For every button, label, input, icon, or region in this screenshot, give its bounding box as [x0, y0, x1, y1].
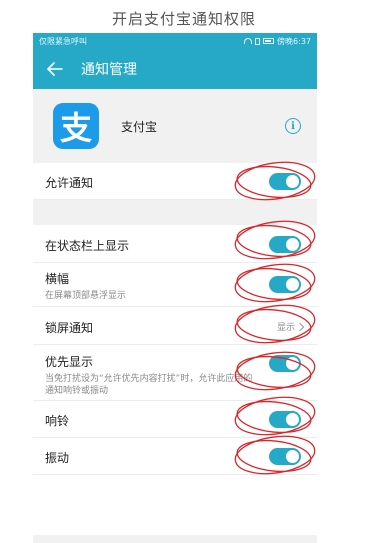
alipay-logo-icon: 支	[53, 103, 99, 149]
toggle-knob	[286, 357, 299, 370]
banner-toggle[interactable]	[269, 276, 301, 293]
vibrate-toggle[interactable]	[269, 448, 301, 465]
toggle-knob	[286, 175, 299, 188]
chevron-right-icon	[295, 322, 305, 331]
row-title: 在状态栏上显示	[45, 239, 130, 253]
allow-notifications-toggle[interactable]	[269, 173, 301, 190]
toggle-knob	[286, 278, 299, 291]
status-bar-show-toggle[interactable]	[269, 236, 301, 253]
lock-screen-value-text: 显示	[276, 323, 295, 333]
status-bar: 仅限紧急呼叫 傍晚6:37	[33, 33, 317, 49]
row-ringtone[interactable]: 响铃	[33, 401, 317, 438]
row-banner[interactable]: 横幅 在屏幕顶部悬浮显示	[33, 263, 317, 307]
status-icons: 傍晚6:37	[244, 36, 311, 47]
app-header: 支 支付宝 i	[33, 89, 317, 163]
app-bar: 通知管理	[33, 49, 317, 89]
row-title: 响铃	[45, 414, 70, 428]
row-priority[interactable]: 优先显示 当免打扰设为“允许优先内容打扰”时，允许此应用的通知响铃或振动	[33, 345, 317, 401]
app-name: 支付宝	[121, 119, 158, 134]
row-title: 振动	[45, 451, 70, 465]
row-title: 优先显示	[45, 355, 94, 369]
row-title: 允许通知	[45, 176, 94, 190]
toggle-knob	[286, 450, 299, 463]
toggle-knob	[286, 413, 299, 426]
row-lock-screen[interactable]: 锁屏通知 显示	[33, 307, 317, 345]
empty-area	[33, 475, 317, 535]
row-title: 锁屏通知	[45, 321, 94, 335]
row-status-bar-show[interactable]: 在状态栏上显示	[33, 225, 317, 263]
ringtone-toggle[interactable]	[269, 411, 301, 428]
carrier-status-text: 仅限紧急呼叫	[39, 36, 87, 46]
row-subtitle: 当免打扰设为“允许优先内容打扰”时，允许此应用的通知响铃或振动	[45, 374, 253, 396]
phone-screen: 仅限紧急呼叫 傍晚6:37 通知管理 支 支付宝 i 允许通知 在状态栏上显示 …	[33, 33, 317, 543]
alipay-logo-glyph: 支	[59, 109, 92, 147]
sim-icon	[255, 37, 261, 45]
section-divider	[33, 200, 317, 225]
battery-icon	[263, 38, 275, 44]
page-title: 通知管理	[81, 62, 137, 78]
toggle-knob	[286, 238, 299, 251]
page-caption: 开启支付宝通知权限	[111, 10, 256, 28]
back-arrow-icon[interactable]	[45, 59, 65, 79]
lock-screen-value[interactable]: 显示	[276, 320, 305, 333]
info-icon[interactable]: i	[285, 118, 301, 134]
row-title: 横幅	[45, 272, 70, 286]
status-time: 傍晚6:37	[277, 36, 311, 46]
wifi-icon	[244, 38, 253, 44]
priority-toggle[interactable]	[269, 355, 301, 372]
info-glyph: i	[291, 120, 295, 132]
row-vibrate[interactable]: 振动	[33, 438, 317, 475]
row-subtitle: 在屏幕顶部悬浮显示	[45, 291, 127, 301]
row-allow-notifications[interactable]: 允许通知	[33, 163, 317, 200]
